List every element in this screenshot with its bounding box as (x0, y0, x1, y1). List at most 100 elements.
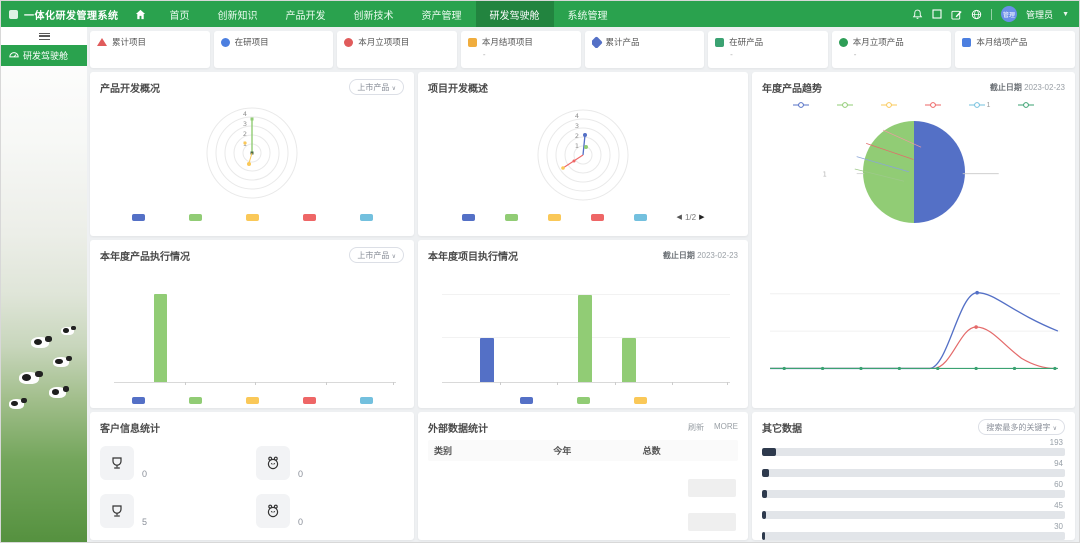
pie-leader-lines: 1 (823, 129, 999, 182)
customer-stat-item[interactable]: 0 (256, 491, 404, 531)
stat-card-active-projects[interactable]: 在研项目 (213, 31, 334, 68)
hbar-track[interactable] (762, 490, 1065, 498)
bar-green[interactable] (578, 295, 592, 382)
nav-item-innovation-tech[interactable]: 创新技术 (340, 1, 408, 27)
project-radar-chart: 1 2 3 4 (537, 109, 629, 201)
trophy-icon (100, 446, 134, 480)
hbar-track[interactable] (762, 511, 1065, 519)
legend-swatch-red[interactable] (302, 213, 316, 221)
panel-annual-trend: 年度产品趋势 截止日期 2023-02-23 1 1 (752, 72, 1075, 408)
legend-swatch-blue[interactable] (519, 396, 533, 404)
customer-stat-item[interactable]: 0 (256, 443, 404, 483)
more-link[interactable]: MORE (714, 422, 738, 433)
legend-item[interactable] (1018, 101, 1035, 109)
cow-figure (61, 326, 77, 335)
bar-green[interactable] (154, 294, 167, 382)
nav-item-system-mgmt[interactable]: 系统管理 (554, 1, 622, 27)
panel-product-exec: 本年度产品执行情况 上市产品 ∨ (90, 240, 414, 408)
legend-swatch-cyan[interactable] (633, 213, 647, 221)
legend-item[interactable]: 1 (968, 101, 990, 109)
sidebar-item-label: 研发驾驶舱 (23, 51, 69, 61)
legend-swatch-red[interactable] (302, 396, 316, 404)
home-icon[interactable] (135, 9, 146, 20)
hbar-value: 30 (1054, 522, 1063, 531)
nav-item-home[interactable]: 首页 (156, 1, 204, 27)
legend-swatch-yellow[interactable] (245, 213, 259, 221)
top-navbar: 一体化研发管理系统 首页 创新知识 产品开发 创新技术 资产管理 研发驾驶舱 系… (1, 1, 1079, 27)
stat-card-total-products[interactable]: 累计产品 (584, 31, 705, 68)
customer-stat-item[interactable]: 0 (100, 443, 248, 483)
gauge-icon (9, 51, 19, 57)
stat-card-total-projects[interactable]: 累计项目 (90, 31, 210, 68)
legend-swatch-yellow[interactable] (245, 396, 259, 404)
legend-swatch-green[interactable] (576, 396, 590, 404)
panel-product-overview: 产品开发概况 上市产品 ∨ 1 2 3 4 (90, 72, 414, 236)
nav-item-product-dev[interactable]: 产品开发 (272, 1, 340, 27)
nav-item-asset-mgmt[interactable]: 资产管理 (408, 1, 476, 27)
page-prev-icon[interactable]: ◀ (677, 213, 682, 221)
language-globe-icon[interactable] (971, 9, 982, 20)
nav-item-innovation-knowledge[interactable]: 创新知识 (204, 1, 272, 27)
stat-card-month-new-projects[interactable]: 本月立项项目 (337, 31, 457, 68)
user-name[interactable]: 管理员 (1026, 8, 1053, 21)
diamond-icon (591, 36, 603, 48)
user-avatar[interactable]: 管理 (1001, 6, 1018, 22)
stat-label: 累计项目 (112, 37, 147, 47)
legend-swatch-blue[interactable] (131, 396, 145, 404)
user-menu-caret-icon[interactable]: ▼ (1062, 11, 1069, 18)
page-next-icon[interactable]: ▶ (699, 213, 704, 221)
hbar-value: 94 (1054, 459, 1063, 468)
legend-item[interactable] (836, 101, 853, 109)
stat-card-month-new-products[interactable]: 本月立项产品 - (831, 31, 952, 68)
legend-swatch-cyan[interactable] (359, 213, 373, 221)
panel-actions: 刷新 MORE (688, 422, 738, 433)
svg-text:1: 1 (575, 142, 579, 150)
stat-card-month-closed-projects[interactable]: 本月结项项目 - (460, 31, 581, 68)
moneybag-icon (256, 446, 290, 480)
customer-stat-item[interactable]: 5 (100, 491, 248, 531)
legend-item[interactable] (924, 101, 941, 109)
product-radar-chart: 1 2 3 4 (206, 107, 298, 199)
bell-icon[interactable] (912, 9, 923, 20)
legend-item[interactable] (880, 101, 897, 109)
dot-icon (838, 37, 848, 47)
legend-swatch-green[interactable] (188, 213, 202, 221)
refresh-link[interactable]: 刷新 (688, 422, 704, 433)
customer-stat-value: 0 (142, 469, 148, 479)
legend-swatch-blue[interactable] (131, 213, 145, 221)
cow-figure (31, 335, 53, 348)
bar-green[interactable] (622, 338, 636, 382)
stat-card-active-products[interactable]: 在研产品 - (708, 31, 828, 68)
legend-swatch-red[interactable] (590, 213, 604, 221)
bar-blue[interactable] (480, 338, 494, 382)
edit-icon[interactable] (951, 9, 962, 20)
nav-item-rd-cockpit[interactable]: 研发驾驶舱 (475, 1, 554, 27)
sidebar-item-rd-cockpit[interactable]: 研发驾驶舱 (1, 45, 87, 66)
fullscreen-icon[interactable] (932, 9, 942, 19)
svg-text:1: 1 (823, 171, 827, 179)
svg-text:3: 3 (243, 120, 247, 128)
legend-swatch-yellow[interactable] (547, 213, 561, 221)
dot-icon (344, 37, 354, 47)
col-this-year: 今年 (553, 446, 572, 456)
panel-title: 客户信息统计 (100, 423, 160, 435)
hbar-track[interactable] (762, 469, 1065, 477)
legend-swatch-green[interactable] (504, 213, 518, 221)
svg-text:4: 4 (243, 110, 247, 118)
legend-swatch-green[interactable] (188, 396, 202, 404)
panel-title: 外部数据统计 (428, 423, 488, 435)
product-filter-dropdown[interactable]: 上市产品 ∨ (349, 79, 404, 95)
app-title: 一体化研发管理系统 (24, 10, 119, 22)
product-exec-filter-dropdown[interactable]: 上市产品 ∨ (349, 247, 404, 263)
collapse-sidebar-icon[interactable] (38, 32, 50, 40)
legend-item[interactable] (792, 101, 809, 109)
legend-swatch-blue[interactable] (461, 213, 475, 221)
stat-card-month-closed-products[interactable]: 本月结项产品 (955, 31, 1075, 68)
keyword-filter-dropdown[interactable]: 搜索最多的关键字 ∨ (978, 419, 1065, 435)
legend-swatch-cyan[interactable] (359, 396, 373, 404)
legend-swatch-yellow[interactable] (633, 396, 647, 404)
annual-pie-chart[interactable]: 1 (762, 113, 1065, 259)
hbar-track[interactable] (762, 532, 1065, 540)
panel-title: 产品开发概况 (100, 83, 160, 95)
hbar-track[interactable] (762, 448, 1065, 456)
